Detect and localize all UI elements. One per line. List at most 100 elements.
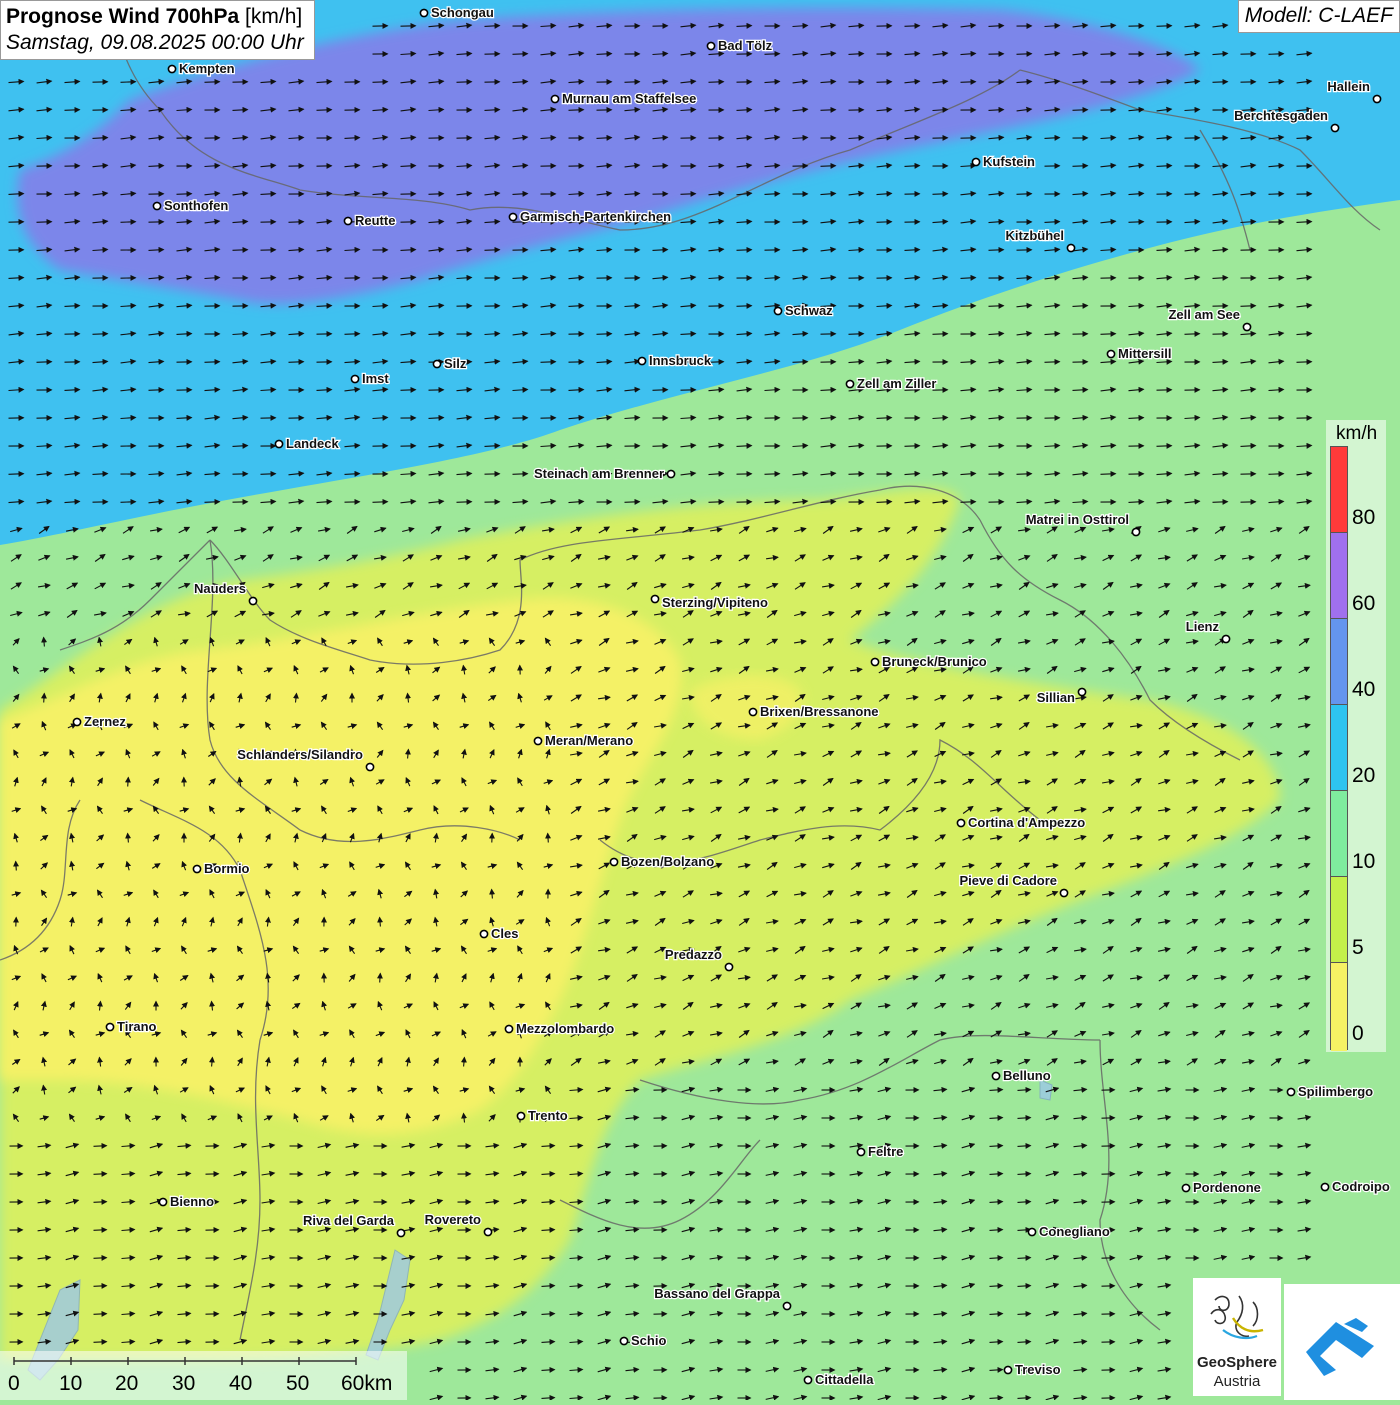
place-dot <box>857 1148 864 1155</box>
place-dot <box>667 470 674 477</box>
legend-swatch <box>1331 619 1347 705</box>
place-dot <box>1028 1228 1035 1235</box>
place-dot <box>517 1112 524 1119</box>
place-marker: Murnau am Staffelsee <box>551 91 696 106</box>
wind-arrow <box>1213 502 1228 503</box>
wind-arrow <box>37 222 52 223</box>
wind-arrow <box>709 82 724 83</box>
place-dot <box>484 1228 491 1235</box>
place-marker: Brixen/Bressanone <box>749 704 878 719</box>
wind-arrow <box>1101 54 1116 55</box>
wind-arrow <box>681 194 696 195</box>
scale-label-30: 30 <box>172 1372 195 1396</box>
place-marker: Mezzolombardo <box>505 1021 614 1036</box>
wind-arrow <box>625 502 640 503</box>
place-label: Sillian <box>1037 690 1075 705</box>
place-label: Belluno <box>1003 1068 1051 1083</box>
wind-arrow <box>429 194 444 195</box>
place-dot <box>351 375 358 382</box>
place-dot <box>957 819 964 826</box>
wind-arrow <box>205 82 220 83</box>
wind-arrow <box>1213 82 1228 83</box>
place-dot <box>1222 635 1229 642</box>
app-logo[interactable] <box>1284 1284 1400 1400</box>
place-label: Schwaz <box>785 303 833 318</box>
place-label: Landeck <box>286 436 340 451</box>
place-dot <box>1078 688 1085 695</box>
place-label: Conegliano <box>1039 1224 1110 1239</box>
place-label: Tirano <box>117 1019 157 1034</box>
wind-arrow <box>289 362 304 363</box>
wind-arrow <box>1269 194 1284 195</box>
wind-arrow <box>1045 362 1060 363</box>
place-dot <box>249 597 256 604</box>
legend-swatch <box>1331 447 1347 533</box>
wind-arrow <box>793 362 808 363</box>
place-marker: Steinach am Brenner <box>534 466 675 481</box>
wind-arrow <box>485 250 500 251</box>
place-dot <box>1321 1183 1328 1190</box>
place-dot <box>1107 350 1114 357</box>
place-label: Rovereto <box>425 1212 481 1227</box>
place-label: Zell am See <box>1168 307 1240 322</box>
place-label: Imst <box>362 371 389 386</box>
legend-label-20: 20 <box>1352 764 1375 788</box>
place-label: Cittadella <box>815 1372 874 1387</box>
wind-arrow <box>1073 166 1088 167</box>
place-label: Sterzing/Vipiteno <box>662 595 768 610</box>
wind-arrow <box>205 502 220 503</box>
scale-label-0: 0 <box>8 1372 20 1396</box>
legend-label-60: 60 <box>1352 592 1375 616</box>
place-label: Murnau am Staffelsee <box>562 91 696 106</box>
place-label: Mezzolombardo <box>516 1021 614 1036</box>
wind-arrow <box>849 474 864 475</box>
wind-arrow <box>989 250 1004 251</box>
wind-arrow <box>709 502 724 503</box>
place-marker: Sterzing/Vipiteno <box>651 595 768 610</box>
wind-arrow <box>961 502 976 503</box>
place-marker: Cittadella <box>804 1372 874 1387</box>
place-marker: Bozen/Bolzano <box>610 854 714 869</box>
wind-arrow <box>737 250 752 251</box>
place-marker: Zell am Ziller <box>846 376 936 391</box>
place-label: Cortina d'Ampezzo <box>968 815 1085 830</box>
wind-arrow <box>1185 194 1200 195</box>
place-label: Kempten <box>179 61 235 76</box>
place-label: Matrei in Osttirol <box>1026 512 1129 527</box>
place-label: Bormio <box>204 861 250 876</box>
place-label: Pieve di Cadore <box>959 873 1057 888</box>
place-label: Lienz <box>1186 619 1220 634</box>
place-label: Bassano del Grappa <box>654 1286 780 1301</box>
scale-label-50: 50 <box>286 1372 309 1396</box>
geosphere-logo[interactable]: GeoSphere Austria <box>1193 1278 1281 1396</box>
place-label: Bruneck/Brunico <box>882 654 987 669</box>
place-marker: Spilimbergo <box>1287 1084 1373 1099</box>
place-dot <box>651 595 658 602</box>
place-label: Hallein <box>1327 79 1370 94</box>
place-dot <box>1287 1088 1294 1095</box>
place-label: Brixen/Bressanone <box>760 704 879 719</box>
wind-arrow <box>1241 306 1256 307</box>
place-dot <box>534 737 541 744</box>
place-dot <box>153 202 160 209</box>
place-dot <box>397 1229 404 1236</box>
wind-arrow <box>1017 194 1032 195</box>
place-marker: Kempten <box>168 61 234 76</box>
place-dot <box>1182 1184 1189 1191</box>
geosphere-logo-icon <box>1193 1278 1281 1352</box>
place-dot <box>871 658 878 665</box>
model-label: Modell: C-LAEF <box>1238 0 1400 33</box>
wind-arrow <box>94 1230 107 1231</box>
place-dot <box>804 1376 811 1383</box>
place-dot <box>1132 528 1139 535</box>
place-label: Codroipo <box>1332 1179 1390 1194</box>
place-dot <box>73 718 80 725</box>
wind-arrow <box>1017 54 1032 55</box>
scale-label-20: 20 <box>115 1372 138 1396</box>
place-label: Meran/Merano <box>545 733 633 748</box>
wind-arrow <box>597 334 612 335</box>
place-marker: Bruneck/Brunico <box>871 654 986 669</box>
wind-arrow <box>961 82 976 83</box>
place-dot <box>168 65 175 72</box>
legend-color-bar <box>1330 446 1348 1050</box>
